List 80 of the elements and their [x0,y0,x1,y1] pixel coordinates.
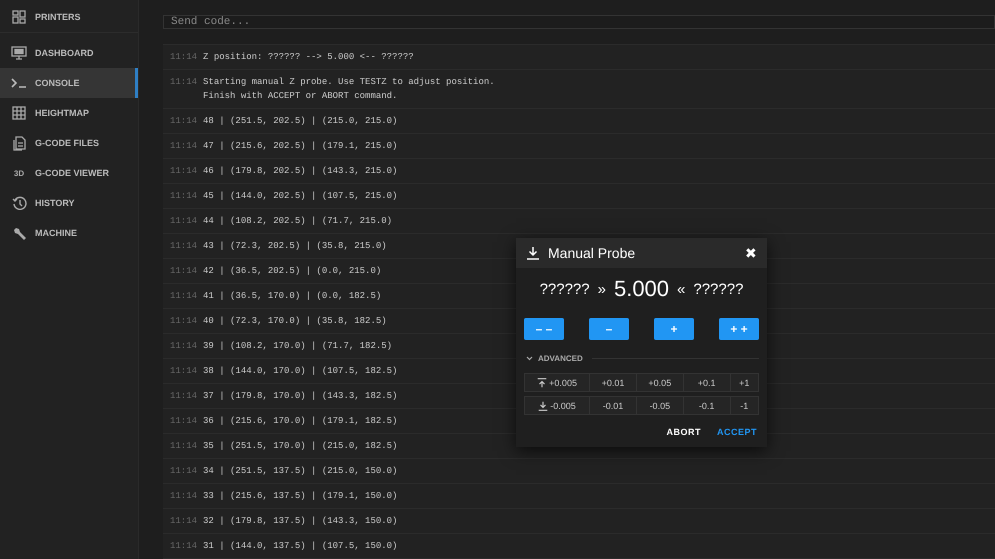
send-code-field[interactable]: Send code... [163,15,995,29]
advanced-toggle[interactable]: ADVANCED [538,354,583,363]
monitor-icon [11,46,27,60]
readout-mark: » [598,280,606,298]
sidebar-item[interactable]: 3D G-CODE VIEWER [0,158,138,188]
log-message: 32 | (179.8, 137.5) | (143.3, 150.0) [203,515,398,528]
log-time: 11:14 [170,465,198,478]
log-time: 11:14 [170,265,198,278]
log-message: 35 | (251.5, 170.0) | (215.0, 182.5) [203,440,398,453]
increment-button[interactable]: +0.05 [636,374,684,391]
increment-button[interactable]: -1 [730,397,758,414]
increment-button[interactable]: +0.005 [525,374,590,391]
log-message: Starting manual Z probe. Use TESTZ to adjust position. Finish with ACCEPT or ABORT command. [203,76,495,103]
history-icon [12,196,26,210]
sidebar-item[interactable]: CONSOLE [0,68,138,98]
wrench-icon [12,226,26,240]
log-message: 45 | (144.0, 202.5) | (107.5, 215.0) [203,190,398,203]
download-icon [526,246,540,260]
increment-button[interactable]: +0.01 [590,374,637,391]
log-time: 11:14 [170,515,198,528]
log-time: 11:14 [170,140,198,153]
increment-button[interactable]: -0.05 [636,397,684,414]
sidebar-item[interactable]: DASHBOARD [0,38,138,68]
log-time: 11:14 [170,51,198,64]
log-message: 48 | (251.5, 202.5) | (215.0, 215.0) [203,115,398,128]
file-icon [12,136,26,150]
log-message: 31 | (144.0, 137.5) | (107.5, 150.0) [203,540,398,553]
increment-button[interactable]: -0.1 [684,397,731,414]
log-message: 39 | (108.2, 170.0) | (71.7, 182.5) [203,340,392,353]
log-time: 11:14 [170,215,198,228]
upload-icon [537,378,548,388]
log-message: 42 | (36.5, 202.5) | (0.0, 215.0) [203,265,382,278]
log-message: 38 | (144.0, 170.0) | (107.5, 182.5) [203,365,398,378]
close-button[interactable]: ✖ [745,245,757,261]
terminal-icon [11,77,27,89]
increment-button[interactable]: +1 [730,374,758,391]
sidebar-item[interactable]: PRINTERS [0,2,138,33]
log-message: Z position: ?????? --> 5.000 <-- ?????? [203,51,414,64]
sidebar-item[interactable]: HISTORY [0,188,138,218]
log-time: 11:14 [170,190,198,203]
download-icon [538,400,548,410]
log-message: 47 | (215.6, 202.5) | (179.1, 215.0) [203,140,398,153]
increment-button[interactable]: -0.005 [525,397,590,414]
log-message: 36 | (215.6, 170.0) | (179.1, 182.5) [203,415,398,428]
log-time: 11:14 [170,290,198,303]
accept-button[interactable]: ACCEPT [716,427,757,437]
table-icon [12,106,26,120]
log-time: 11:14 [170,76,198,89]
log-time: 11:14 [170,240,198,253]
log-time: 11:14 [170,440,198,453]
log-message: 37 | (179.8, 170.0) | (143.3, 182.5) [203,390,398,403]
log-message: 44 | (108.2, 202.5) | (71.7, 215.0) [203,215,392,228]
log-time: 11:14 [170,340,198,353]
log-time: 11:14 [170,540,198,553]
log-time: 11:14 [170,390,198,403]
log-message: 43 | (72.3, 202.5) | (35.8, 215.0) [203,240,387,253]
log-time: 11:14 [170,365,198,378]
log-message: 34 | (251.5, 137.5) | (215.0, 150.0) [203,465,398,478]
increment-button[interactable]: +0.1 [684,374,731,391]
readout-right: ?????? [693,280,744,298]
readout-mark: « [677,280,686,298]
sidebar-item[interactable]: MACHINE [0,218,138,248]
readout-value: 5.000 [614,276,670,302]
log-time: 11:14 [170,115,198,128]
log-message: 46 | (179.8, 202.5) | (143.3, 215.0) [203,165,398,178]
increment-button[interactable]: -0.01 [590,397,637,414]
readout-left: ?????? [540,280,590,298]
dialog-title: Manual Probe [548,245,636,261]
log-message: 33 | (215.6, 137.5) | (179.1, 150.0) [203,490,398,503]
3d-label: 3D [14,168,24,178]
sidebar-item[interactable]: HEIGHTMAP [0,98,138,128]
log-time: 11:14 [170,315,198,328]
log-time: 11:14 [170,490,198,503]
sidebar-item[interactable]: G-CODE FILES [0,128,138,158]
log-time: 11:14 [170,415,198,428]
log-time: 11:14 [170,165,198,178]
log-message: 41 | (36.5, 170.0) | (0.0, 182.5) [203,290,382,303]
grid-icon [12,10,26,24]
log-message: 40 | (72.3, 170.0) | (35.8, 182.5) [203,315,387,328]
abort-button[interactable]: ABORT [666,427,701,437]
